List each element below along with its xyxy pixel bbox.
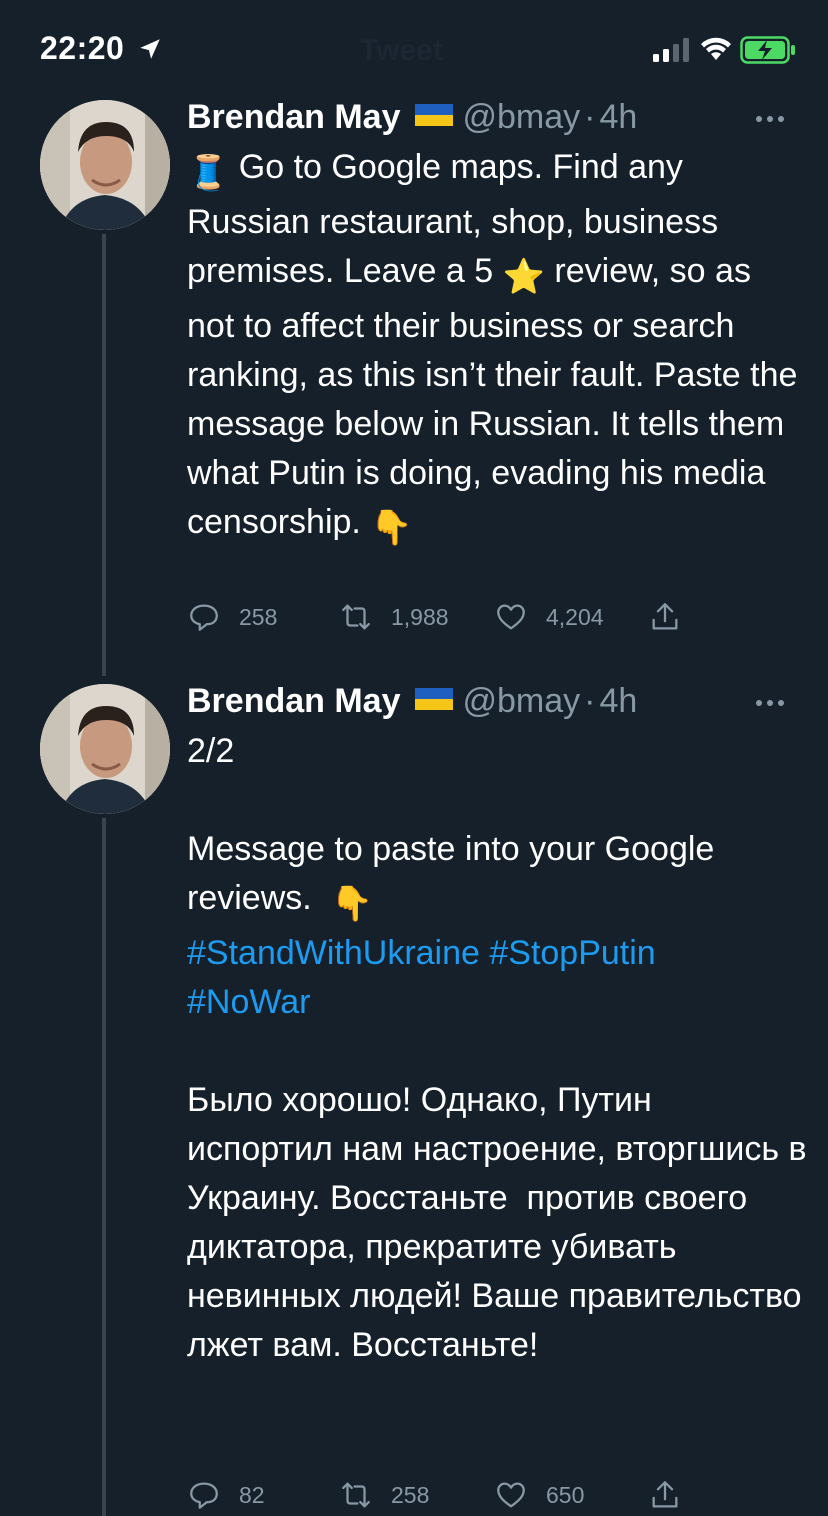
heart-icon bbox=[497, 1482, 525, 1508]
tweet-header: Brendan May @bmay · 4h bbox=[187, 98, 637, 138]
share-button[interactable] bbox=[648, 1475, 682, 1515]
avatar[interactable] bbox=[40, 684, 170, 814]
tweet-time[interactable]: 4h bbox=[599, 682, 637, 720]
avatar-photo bbox=[40, 100, 170, 230]
tweet-text: 🧵 Go to Google maps. Find any Russian re… bbox=[187, 143, 807, 553]
thread-line bbox=[102, 234, 106, 676]
retweet-count: 258 bbox=[391, 1481, 430, 1508]
author-handle[interactable]: @bmay bbox=[463, 682, 581, 720]
author-name[interactable]: Brendan May bbox=[187, 682, 401, 720]
retweet-icon bbox=[342, 604, 370, 630]
author-name[interactable]: Brendan May bbox=[187, 98, 401, 136]
share-icon bbox=[652, 1481, 678, 1508]
share-icon bbox=[652, 603, 678, 630]
battery-charging-icon bbox=[740, 36, 795, 64]
retweet-button[interactable]: 258 bbox=[339, 1475, 429, 1515]
share-button[interactable] bbox=[648, 597, 682, 637]
thread-line bbox=[102, 818, 106, 1516]
reply-button[interactable]: 82 bbox=[187, 1475, 265, 1515]
reply-count: 258 bbox=[239, 603, 278, 630]
location-arrow-icon bbox=[140, 39, 160, 59]
hashtag-link[interactable]: #StandWithUkraine #StopPutin bbox=[187, 934, 656, 972]
star-emoji: ⭐ bbox=[502, 258, 545, 296]
tweet-actions: 258 1,988 4,204 bbox=[187, 597, 707, 637]
tweet-text-part: review, so as not to affect their busine… bbox=[187, 252, 807, 541]
pointing-down-emoji: 👇 bbox=[330, 885, 373, 923]
retweet-button[interactable]: 1,988 bbox=[339, 597, 449, 637]
tweet-time[interactable]: 4h bbox=[599, 98, 637, 136]
retweet-count: 1,988 bbox=[391, 603, 449, 630]
tweet-header: Brendan May @bmay · 4h bbox=[187, 682, 637, 722]
more-options-icon[interactable] bbox=[752, 112, 788, 126]
russian-message: Было хорошо! Однако, Путин испортил нам … bbox=[187, 1081, 817, 1364]
reply-count: 82 bbox=[239, 1481, 265, 1508]
more-options-icon[interactable] bbox=[752, 696, 788, 710]
author-handle[interactable]: @bmay bbox=[463, 98, 581, 136]
separator-dot: · bbox=[584, 682, 596, 720]
tweet-text-part: 2/2 Message to paste into your Google re… bbox=[187, 732, 715, 917]
retweet-icon bbox=[342, 1482, 370, 1508]
avatar[interactable] bbox=[40, 100, 170, 230]
reply-icon bbox=[190, 1482, 218, 1509]
thread-emoji: 🧵 bbox=[187, 154, 230, 192]
ukraine-flag-icon bbox=[414, 688, 453, 710]
reply-icon bbox=[190, 604, 218, 631]
like-count: 4,204 bbox=[546, 603, 604, 630]
like-count: 650 bbox=[546, 1481, 585, 1508]
tweet-text: 2/2 Message to paste into your Google re… bbox=[187, 727, 807, 1370]
hashtag-link[interactable]: #NoWar bbox=[187, 983, 310, 1021]
reply-button[interactable]: 258 bbox=[187, 597, 277, 637]
signal-icon bbox=[653, 38, 689, 62]
wifi-icon bbox=[701, 37, 731, 60]
like-button[interactable]: 650 bbox=[494, 1475, 584, 1515]
ukraine-flag-icon bbox=[414, 104, 453, 126]
tweet-actions: 82 258 650 bbox=[187, 1475, 707, 1515]
like-button[interactable]: 4,204 bbox=[494, 597, 604, 637]
status-time: 22:20 bbox=[40, 30, 125, 66]
status-bar: 22:20 Tweet bbox=[0, 0, 828, 100]
pointing-down-emoji: 👇 bbox=[370, 509, 413, 547]
heart-icon bbox=[497, 604, 525, 630]
header-title: Tweet bbox=[360, 34, 443, 67]
avatar-photo bbox=[40, 684, 170, 814]
separator-dot: · bbox=[584, 98, 596, 136]
